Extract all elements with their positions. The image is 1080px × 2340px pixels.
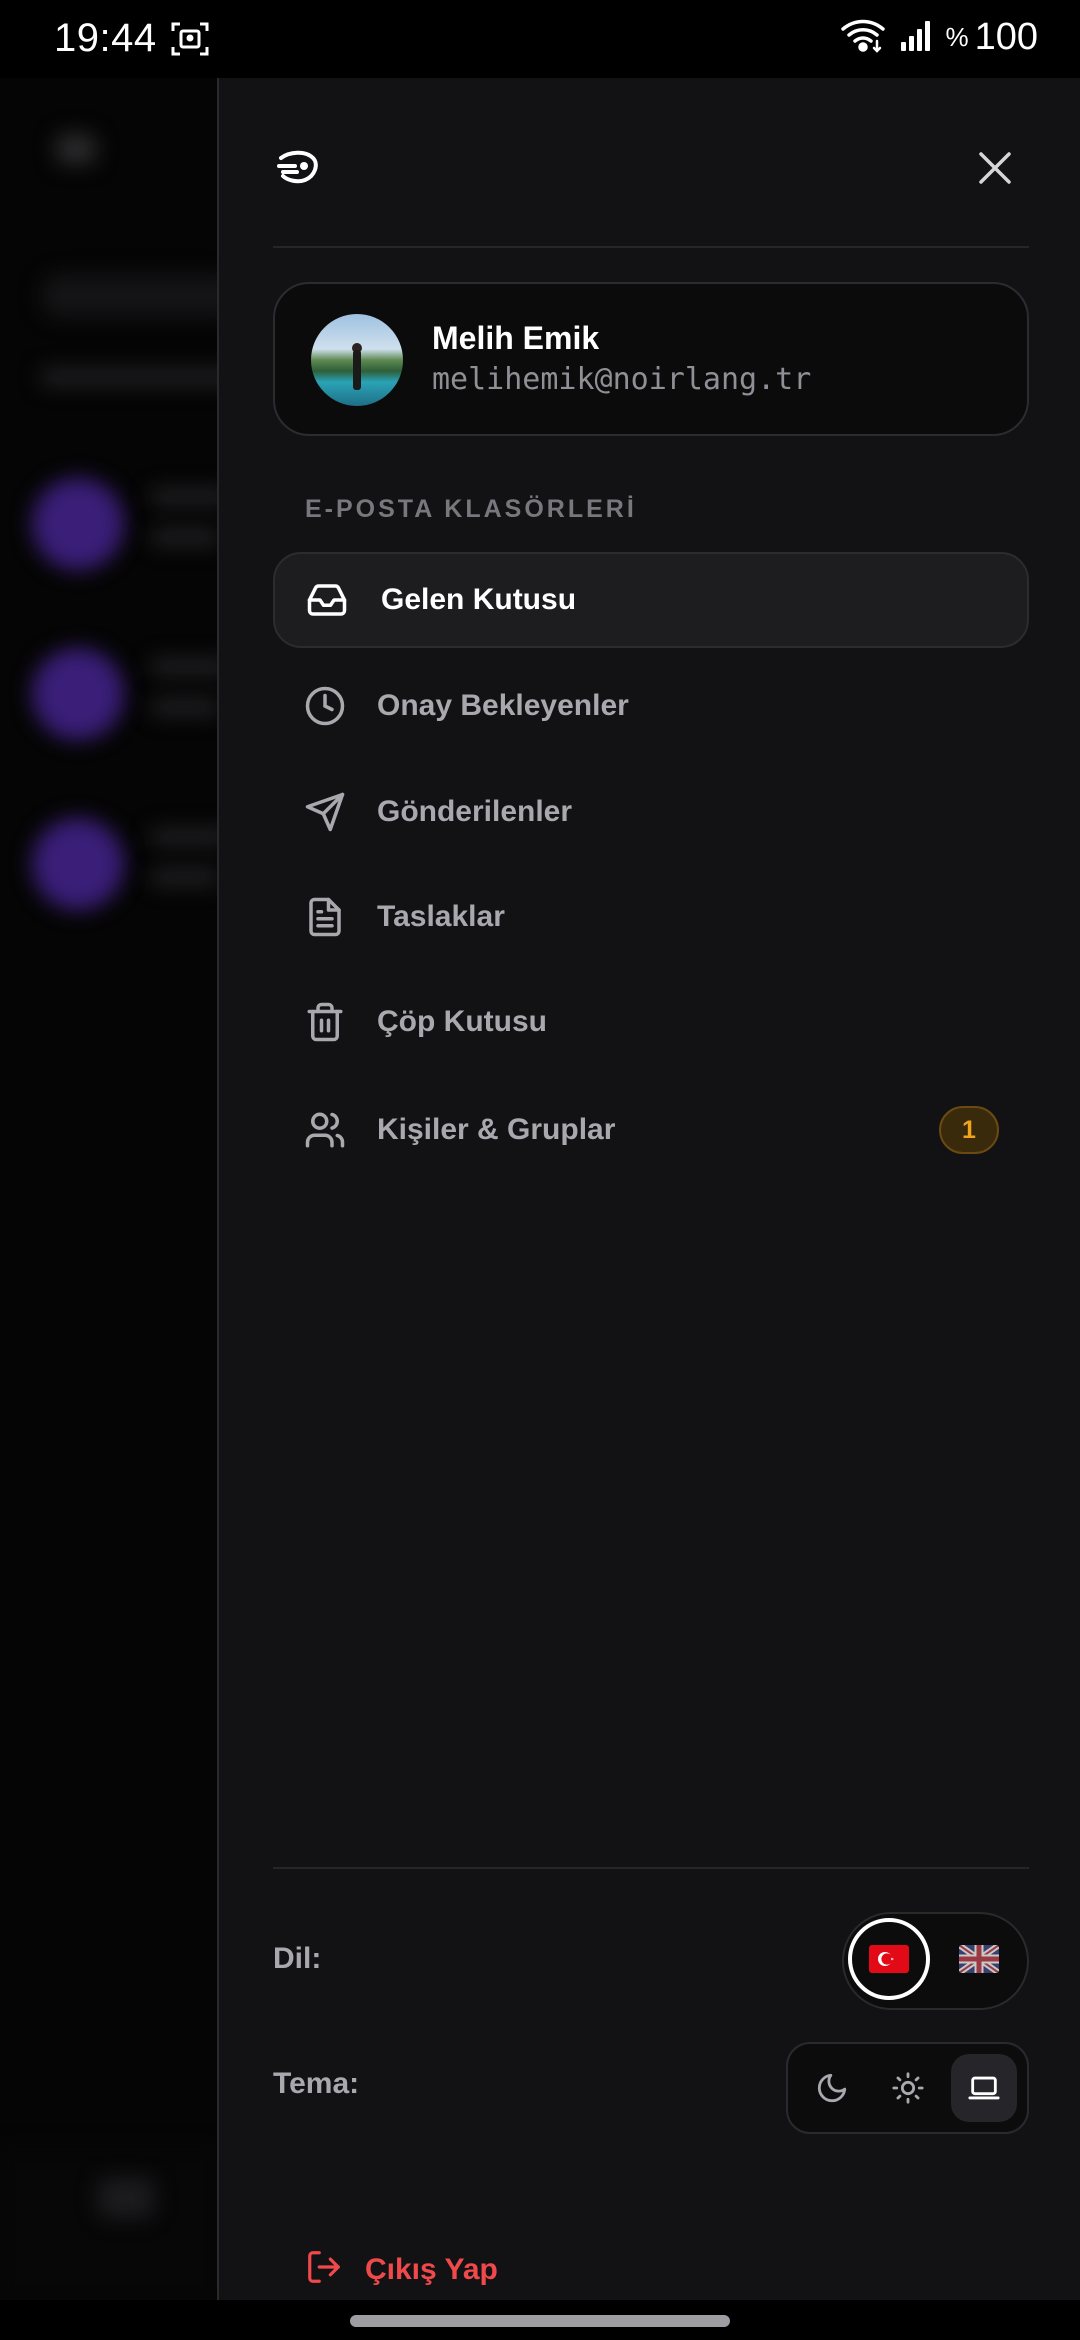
- profile-card[interactable]: Melih Emik melihemik@noirlang.tr: [273, 282, 1029, 436]
- background-nav-icon: [98, 2178, 154, 2218]
- clock-icon: [303, 684, 347, 728]
- header-divider: [273, 246, 1029, 248]
- moon-icon[interactable]: [799, 2054, 865, 2122]
- trash-icon: [303, 1000, 347, 1044]
- background-text: [150, 658, 218, 676]
- logout-icon: [305, 2248, 343, 2291]
- folder-item-inbox[interactable]: Gelen Kutusu: [273, 552, 1029, 648]
- wifi-icon: [839, 17, 887, 58]
- noirlang-logo-icon: [275, 144, 321, 195]
- folder-item-pending[interactable]: Onay Bekleyenler: [273, 658, 1029, 754]
- background-text: [150, 488, 218, 506]
- background-text: [150, 528, 218, 546]
- sun-icon[interactable]: [875, 2054, 941, 2122]
- folder-item-contacts[interactable]: Kişiler & Gruplar 1: [273, 1082, 1029, 1178]
- send-icon: [303, 790, 347, 834]
- file-icon: [303, 895, 347, 939]
- battery-percent-symbol: %: [945, 22, 969, 52]
- contacts-count-badge: 1: [939, 1106, 999, 1154]
- folder-item-drafts[interactable]: Taslaklar: [273, 869, 1029, 965]
- background-bottom-nav: [0, 2148, 218, 2300]
- theme-label: Tema:: [273, 2067, 360, 2100]
- background-avatar: [32, 648, 124, 740]
- logout-button[interactable]: Çıkış Yap: [305, 2248, 498, 2291]
- folder-label: Çöp Kutusu: [377, 1005, 547, 1038]
- language-label: Dil:: [273, 1942, 322, 1975]
- avatar: [311, 314, 403, 406]
- folder-item-sent[interactable]: Gönderilenler: [273, 764, 1029, 860]
- folder-label: Gönderilenler: [377, 795, 573, 828]
- profile-name: Melih Emik: [432, 320, 600, 356]
- signal-icon: [899, 18, 933, 57]
- laptop-icon[interactable]: [951, 2054, 1017, 2122]
- language-selector: [842, 1912, 1029, 2010]
- background-search: [40, 274, 218, 318]
- theme-selector: [786, 2042, 1029, 2134]
- home-gesture-handle[interactable]: [350, 2315, 730, 2327]
- background-app-scrim[interactable]: [0, 78, 218, 2300]
- folder-label: Taslaklar: [377, 900, 505, 933]
- folder-item-trash[interactable]: Çöp Kutusu: [273, 974, 1029, 1070]
- background-avatar: [32, 478, 124, 570]
- folder-label: Gelen Kutusu: [381, 583, 577, 616]
- profile-email: melihemik@noirlang.tr: [432, 362, 812, 397]
- background-avatar: [32, 818, 124, 910]
- settings-divider: [273, 1867, 1029, 1869]
- background-menu-icon: [56, 134, 96, 164]
- navigation-drawer: Melih Emik melihemik@noirlang.tr E-POSTA…: [217, 72, 1080, 2300]
- close-icon[interactable]: [971, 144, 1019, 192]
- logout-label: Çıkış Yap: [365, 2252, 498, 2286]
- uk-flag-icon[interactable]: [959, 1945, 999, 1973]
- screenshot-icon: [170, 20, 210, 63]
- status-bar: 19:44 % 100: [0, 0, 1080, 78]
- background-text: [150, 828, 218, 846]
- folder-label: Kişiler & Gruplar: [377, 1113, 616, 1146]
- battery-level: 100: [974, 16, 1038, 58]
- background-text: [150, 868, 218, 886]
- turkey-flag-icon: [869, 1945, 909, 1973]
- users-icon: [303, 1108, 347, 1152]
- status-time: 19:44: [54, 16, 157, 60]
- folder-label: Onay Bekleyenler: [377, 689, 629, 722]
- background-text: [150, 698, 218, 716]
- inbox-icon: [305, 578, 349, 622]
- section-label-folders: E-POSTA KLASÖRLERİ: [305, 495, 637, 523]
- background-filter: [40, 368, 218, 386]
